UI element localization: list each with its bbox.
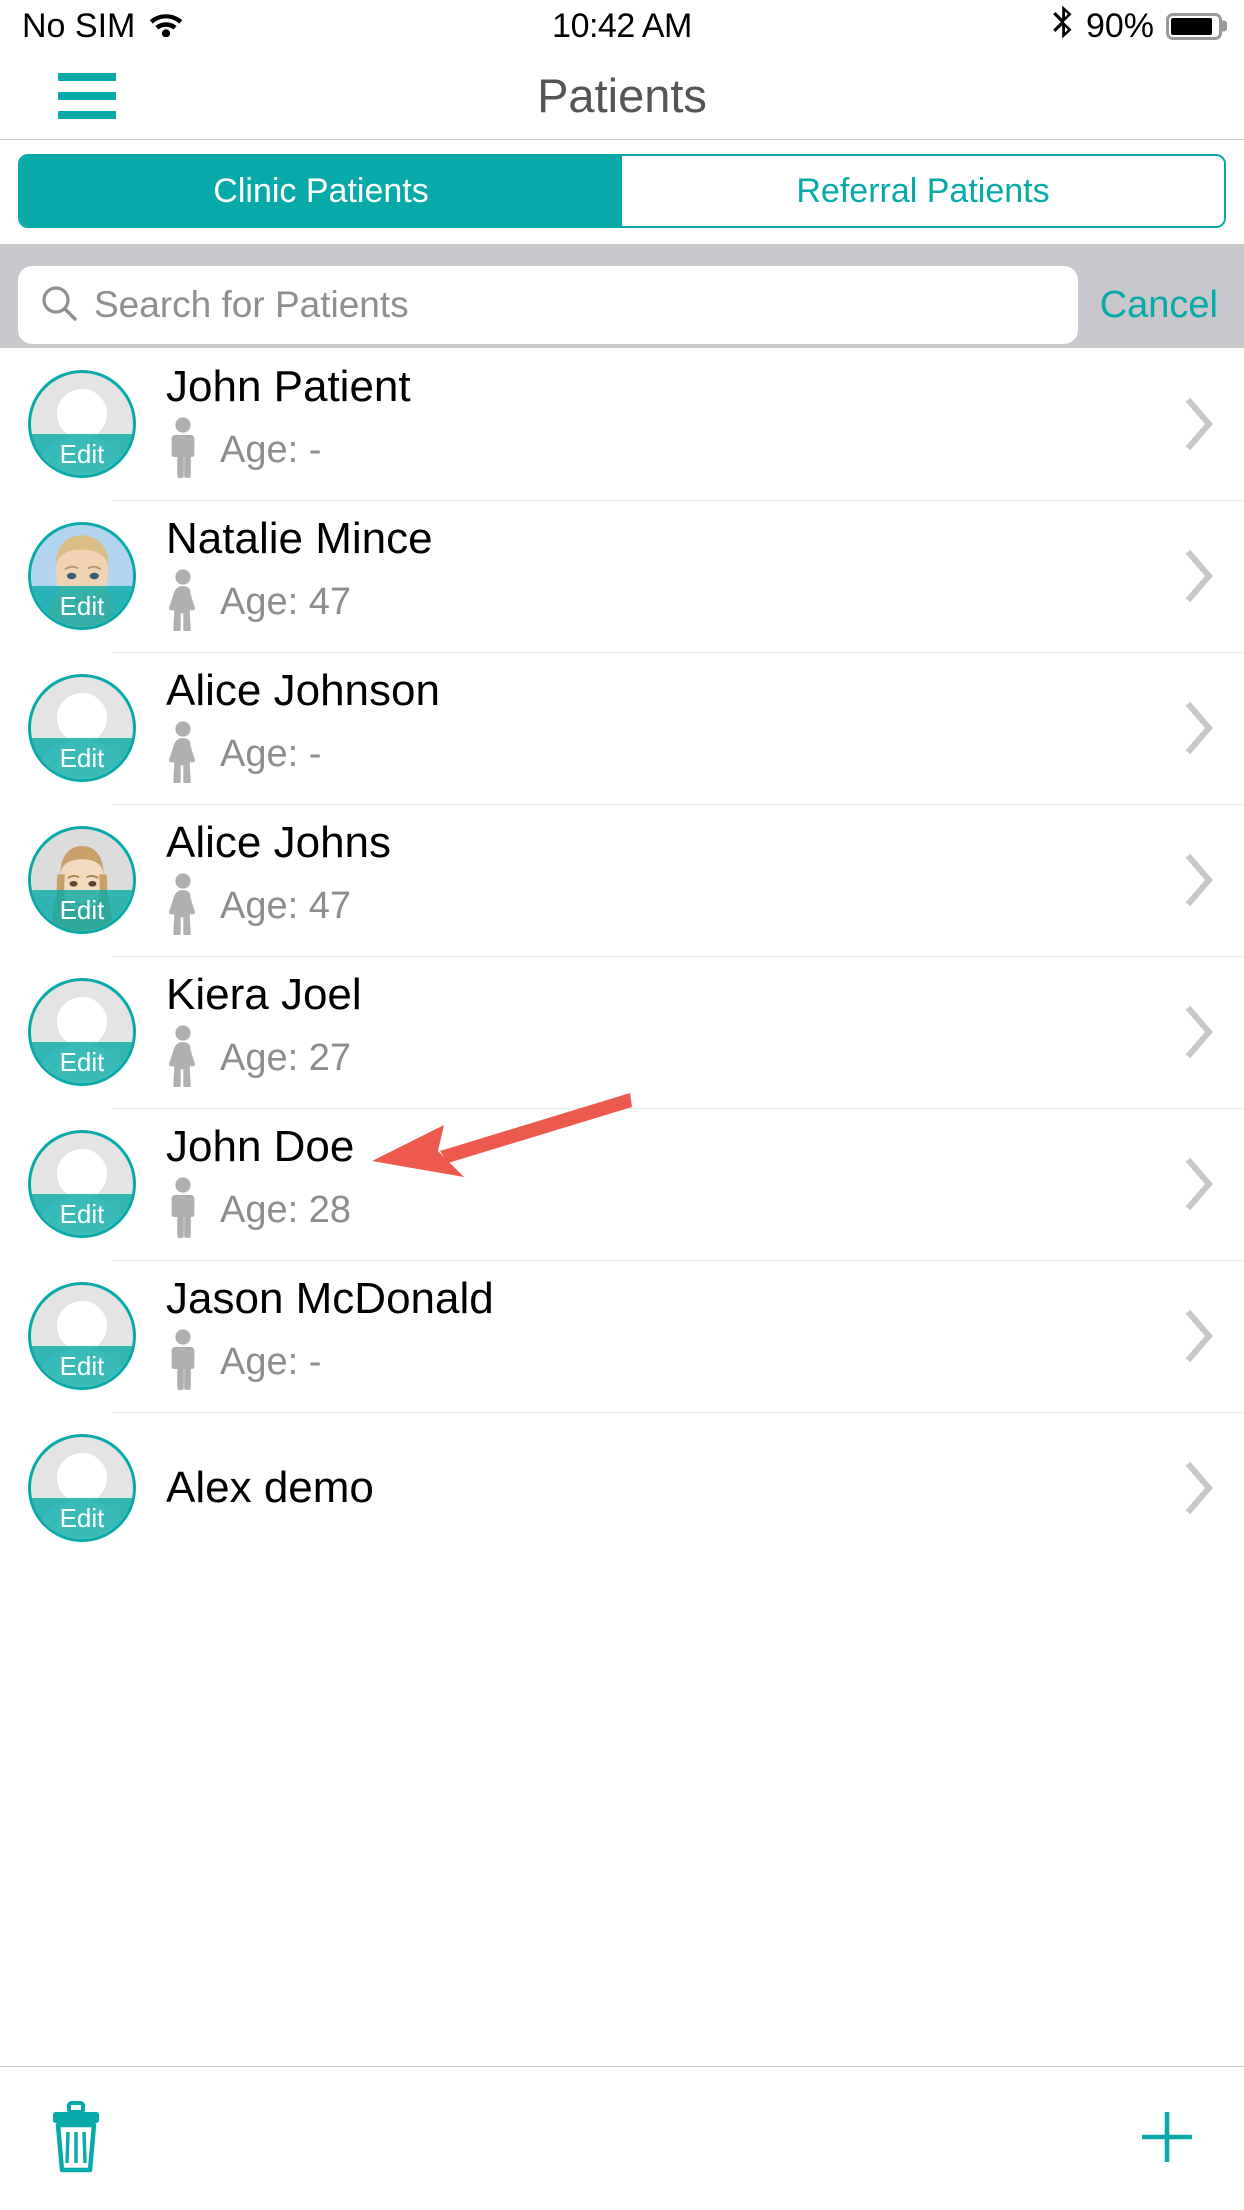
avatar[interactable]: Edit: [28, 1434, 136, 1542]
trash-icon: [48, 2101, 104, 2176]
row-meta: Age: 28: [166, 1176, 1154, 1244]
chevron-right-icon[interactable]: [1154, 1004, 1244, 1060]
avatar[interactable]: Edit: [28, 522, 136, 630]
male-gender-icon: [166, 416, 200, 484]
table-row[interactable]: Edit John Doe Age: 28: [0, 1108, 1244, 1260]
chevron-right-icon[interactable]: [1154, 1308, 1244, 1364]
male-gender-icon: [166, 1176, 200, 1244]
avatar-edit-label[interactable]: Edit: [31, 434, 133, 475]
table-row[interactable]: Edit Jason McDonald Age: -: [0, 1260, 1244, 1412]
row-text: Alice Johns Age: 47: [136, 820, 1154, 939]
search-icon: [40, 284, 78, 327]
patient-name: John Patient: [166, 362, 411, 412]
segmented-control: Clinic Patients Referral Patients: [18, 154, 1226, 228]
tab-referral-patients[interactable]: Referral Patients: [622, 156, 1224, 226]
search-input[interactable]: [94, 284, 1056, 326]
patient-list[interactable]: Edit John Patient Age: - Edit Natalie Mi…: [0, 348, 1244, 2066]
row-meta: Age: -: [166, 1328, 1154, 1396]
plus-icon: [1138, 2108, 1196, 2169]
row-meta: Age: 47: [166, 568, 1154, 636]
avatar[interactable]: Edit: [28, 1282, 136, 1390]
delete-button[interactable]: [48, 2101, 104, 2176]
patient-name: Kiera Joel: [166, 970, 362, 1020]
bottom-toolbar: [0, 2066, 1244, 2210]
battery-percent-label: 90%: [1085, 6, 1154, 45]
avatar-edit-label[interactable]: Edit: [31, 738, 133, 779]
status-bar-right: 90%: [1052, 5, 1222, 48]
table-row[interactable]: Edit Kiera Joel Age: 27: [0, 956, 1244, 1108]
chevron-right-icon[interactable]: [1154, 700, 1244, 756]
female-gender-icon: [166, 872, 200, 940]
chevron-right-icon[interactable]: [1154, 1156, 1244, 1212]
patient-age: Age: 47: [220, 580, 351, 623]
patient-name: John Doe: [166, 1122, 355, 1172]
patient-name: Alice Johns: [166, 818, 392, 868]
avatar-edit-label[interactable]: Edit: [31, 586, 133, 627]
avatar-edit-label[interactable]: Edit: [31, 1346, 133, 1387]
avatar[interactable]: Edit: [28, 674, 136, 782]
patient-name: Alice Johnson: [166, 666, 440, 716]
patient-name: Jason McDonald: [166, 1274, 494, 1324]
table-row[interactable]: Edit Alex demo: [0, 1412, 1244, 1564]
status-bar: No SIM 10:42 AM 90%: [0, 0, 1244, 52]
patient-name: Natalie Mince: [166, 514, 433, 564]
patient-age: Age: -: [220, 732, 322, 775]
avatar-edit-label[interactable]: Edit: [31, 1194, 133, 1235]
app-screen: No SIM 10:42 AM 90% Patients Clinic Pati…: [0, 0, 1244, 2210]
battery-icon: [1166, 12, 1222, 40]
cancel-button[interactable]: Cancel: [1096, 284, 1226, 327]
row-text: Natalie Mince Age: 47: [136, 516, 1154, 635]
female-gender-icon: [166, 1024, 200, 1092]
row-text: John Doe Age: 28: [136, 1124, 1154, 1243]
patient-age: Age: 27: [220, 1036, 351, 1079]
avatar[interactable]: Edit: [28, 978, 136, 1086]
row-meta: Age: -: [166, 416, 1154, 484]
female-gender-icon: [166, 568, 200, 636]
patient-name: Alex demo: [166, 1462, 374, 1512]
avatar[interactable]: Edit: [28, 1130, 136, 1238]
row-meta: Age: 27: [166, 1024, 1154, 1092]
female-gender-icon: [166, 720, 200, 788]
table-row[interactable]: Edit John Patient Age: -: [0, 348, 1244, 500]
male-gender-icon: [166, 1328, 200, 1396]
chevron-right-icon[interactable]: [1154, 852, 1244, 908]
avatar-edit-label[interactable]: Edit: [31, 1498, 133, 1539]
segmented-control-container: Clinic Patients Referral Patients: [0, 140, 1244, 244]
table-row[interactable]: Edit Alice Johns Age: 47: [0, 804, 1244, 956]
row-text: John Patient Age: -: [136, 364, 1154, 483]
avatar-edit-label[interactable]: Edit: [31, 1042, 133, 1083]
chevron-right-icon[interactable]: [1154, 396, 1244, 452]
avatar-edit-label[interactable]: Edit: [31, 890, 133, 931]
table-row[interactable]: Edit Natalie Mince Age: 47: [0, 500, 1244, 652]
avatar[interactable]: Edit: [28, 826, 136, 934]
patient-age: Age: -: [220, 1340, 322, 1383]
navigation-bar: Patients: [0, 52, 1244, 140]
row-text: Jason McDonald Age: -: [136, 1276, 1154, 1395]
chevron-right-icon[interactable]: [1154, 548, 1244, 604]
search-field[interactable]: [18, 266, 1078, 344]
chevron-right-icon[interactable]: [1154, 1460, 1244, 1516]
row-text: Kiera Joel Age: 27: [136, 972, 1154, 1091]
row-meta: Age: 47: [166, 872, 1154, 940]
row-text: Alex demo: [136, 1462, 1154, 1512]
avatar[interactable]: Edit: [28, 370, 136, 478]
page-title: Patients: [537, 69, 707, 122]
tab-clinic-patients[interactable]: Clinic Patients: [20, 156, 622, 226]
patient-age: Age: 28: [220, 1188, 351, 1231]
row-text: Alice Johnson Age: -: [136, 668, 1154, 787]
patient-age: Age: -: [220, 428, 322, 471]
row-meta: Age: -: [166, 720, 1154, 788]
bluetooth-icon: [1052, 5, 1074, 48]
add-patient-button[interactable]: [1138, 2108, 1196, 2169]
table-row[interactable]: Edit Alice Johnson Age: -: [0, 652, 1244, 804]
hamburger-menu-icon[interactable]: [58, 72, 116, 119]
patient-age: Age: 47: [220, 884, 351, 927]
